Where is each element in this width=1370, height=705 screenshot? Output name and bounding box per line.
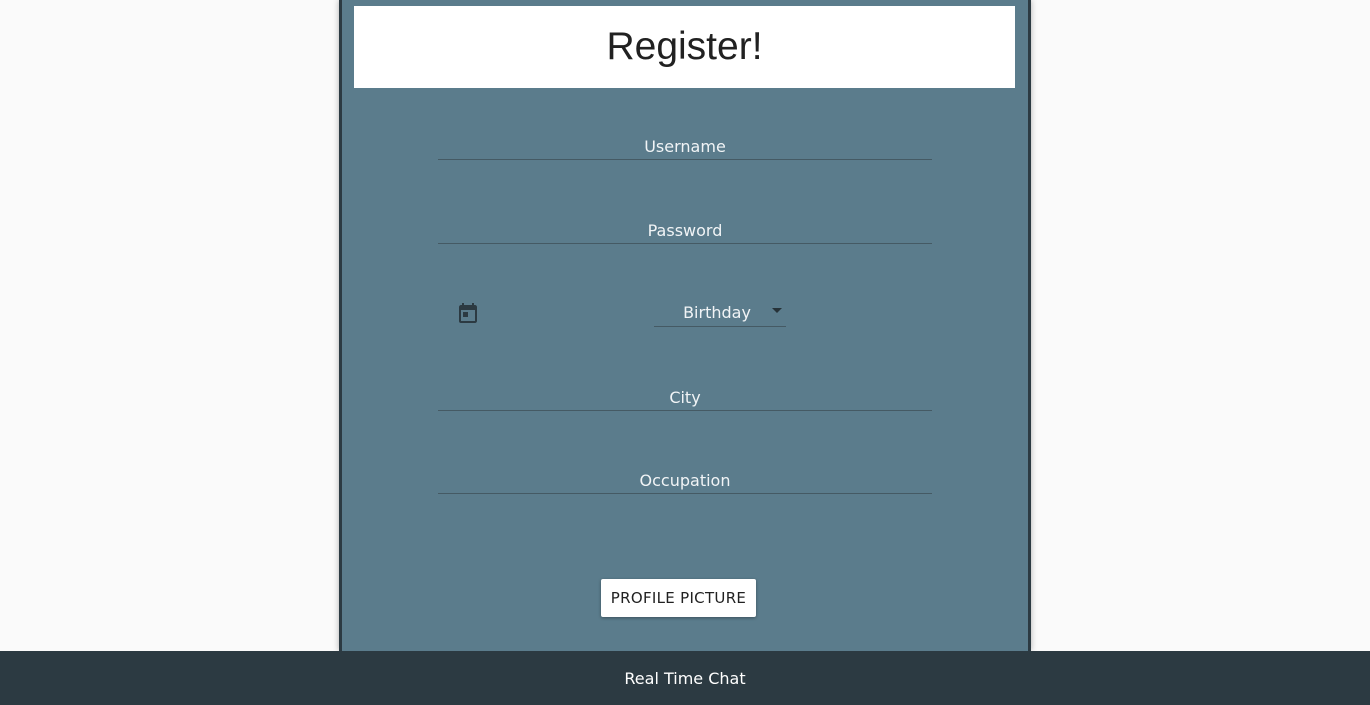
caret-down-icon	[772, 307, 782, 313]
profile-picture-button[interactable]: PROFILE PICTURE	[601, 579, 756, 617]
username-field-wrapper	[438, 133, 932, 160]
username-input[interactable]	[438, 133, 932, 159]
register-panel: Register! Birthday PROFILE PICTURE	[339, 0, 1031, 651]
calendar-icon[interactable]	[456, 301, 480, 325]
city-field-wrapper	[438, 384, 932, 411]
occupation-input[interactable]	[438, 467, 932, 493]
footer-text: Real Time Chat	[624, 668, 746, 688]
password-field-wrapper	[438, 217, 932, 244]
birthday-label: Birthday	[683, 302, 751, 322]
title-card: Register!	[354, 6, 1015, 88]
password-input[interactable]	[438, 217, 932, 243]
birthday-select[interactable]: Birthday	[654, 298, 786, 327]
footer: Real Time Chat	[0, 651, 1370, 705]
occupation-field-wrapper	[438, 467, 932, 494]
city-input[interactable]	[438, 384, 932, 410]
page-title: Register!	[606, 25, 763, 68]
